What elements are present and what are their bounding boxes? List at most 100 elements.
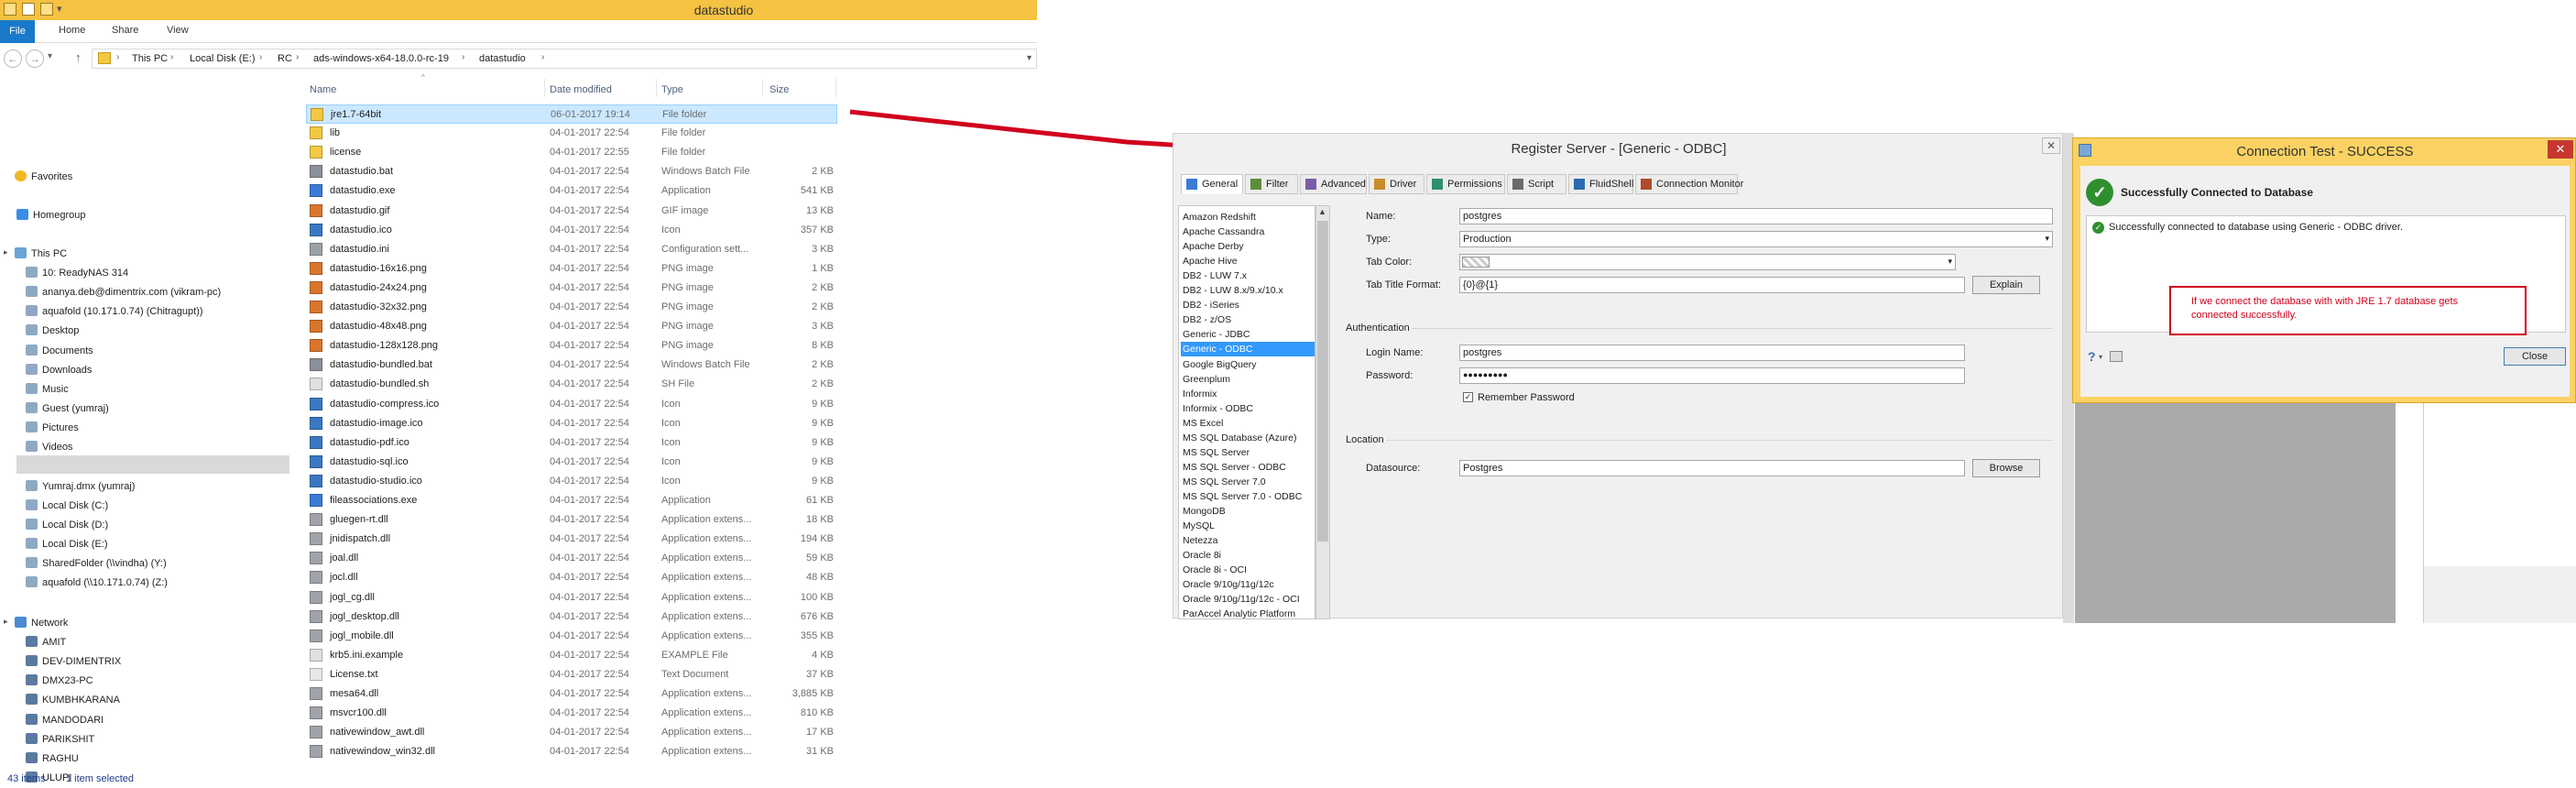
dialog-body: ✓ Successfully Connected to Database ✓ S… [2080,166,2570,397]
success-check-icon: ✓ [2086,179,2113,206]
tab-icon [1250,179,1261,190]
tab-icon [1512,179,1523,190]
driver-list-item[interactable]: Apache Cassandra [1181,224,1315,239]
driver-list-item[interactable]: MySQL [1181,519,1315,533]
tab-fluidshell[interactable]: FluidShell [1568,174,1633,194]
remember-password-checkbox[interactable]: ✓ [1463,392,1473,402]
datasource-label: Datasource: [1366,463,1421,474]
driver-list-item[interactable]: MongoDB [1181,504,1315,519]
chevron-down-icon: ▾ [1948,257,1952,266]
login-name-field[interactable]: postgres [1459,345,1965,361]
driver-list-item[interactable]: Generic - JDBC [1181,327,1315,342]
tab-label: Driver [1390,179,1417,190]
tab-color-label: Tab Color: [1366,257,1413,268]
tab-script[interactable]: Script [1507,174,1566,194]
tab-permissions[interactable]: Permissions [1426,174,1505,194]
driver-list-item[interactable]: Oracle 9/10g/11g/12c - OCI [1181,592,1315,607]
tab-general[interactable]: General [1181,174,1243,194]
tab-connection-monitor[interactable]: Connection Monitor [1635,174,1743,194]
name-field[interactable]: postgres [1459,208,2053,224]
connection-test-dialog: Connection Test - SUCCESS ✕ ✓ Successful… [2072,137,2576,403]
help-icon[interactable]: ? [2088,349,2096,364]
type-label: Type: [1366,234,1391,245]
scrollbar-thumb[interactable] [1317,221,1328,542]
driver-list-item[interactable]: ParAccel Analytic Platform [1181,607,1315,618]
password-label: Password: [1366,370,1414,381]
close-icon[interactable]: ✕ [2548,140,2573,159]
tab-driver[interactable]: Driver [1369,174,1424,194]
driver-list-item[interactable]: DB2 - LUW 8.x/9.x/10.x [1181,283,1315,298]
driver-list-item[interactable]: DB2 - LUW 7.x [1181,268,1315,283]
explain-button[interactable]: Explain [1972,276,2040,294]
driver-list-item[interactable]: Generic - ODBC [1181,342,1315,357]
driver-list-item[interactable]: MS SQL Server [1181,445,1315,460]
tab-filter[interactable]: Filter [1245,174,1298,194]
close-button[interactable]: Close [2504,347,2566,366]
tab-label: Advanced [1321,179,1366,190]
password-field[interactable]: ●●●●●●●●● [1459,367,1965,384]
driver-list-item[interactable]: Apache Hive [1181,254,1315,268]
success-check-icon: ✓ [2092,222,2104,234]
driver-list-item[interactable]: MS SQL Server 7.0 [1181,475,1315,489]
copy-icon[interactable] [2110,351,2123,362]
chevron-down-icon: ▾ [2045,234,2049,243]
name-label: Name: [1366,211,1396,222]
location-section-label: Location [1346,434,1384,445]
driver-list-item[interactable]: Oracle 8i [1181,548,1315,563]
message-box: ✓ Successfully connected to database usi… [2086,215,2566,335]
driver-list-item[interactable]: DB2 - iSeries [1181,298,1315,312]
driver-list-item[interactable]: Apache Derby [1181,239,1315,254]
register-server-dialog: Register Server - [Generic - ODBC] ✕ Gen… [1173,133,2063,619]
tab-icon [1186,179,1197,190]
tab-label: Connection Monitor [1656,179,1744,190]
success-heading: Successfully Connected to Database [2121,186,2314,199]
tab-icon [1574,179,1585,190]
tab-title-format-field[interactable]: {0}@{1} [1459,277,1965,293]
driver-list-item[interactable]: Netezza [1181,533,1315,548]
background-light-panel [2423,566,2576,623]
dialog-title: Register Server - [Generic - ODBC] [1511,141,1727,157]
tab-label: Filter [1266,179,1289,190]
tab-label: FluidShell [1589,179,1634,190]
tab-icon [1641,179,1652,190]
dialog-title: Connection Test - SUCCESS [2236,144,2414,159]
scroll-up-icon[interactable]: ▲ [1318,207,1326,216]
driver-list-item[interactable]: Google BigQuery [1181,357,1315,372]
driver-list-item[interactable]: Informix [1181,387,1315,401]
driver-list-item[interactable]: MS Excel [1181,416,1315,431]
datasource-field[interactable]: Postgres [1459,460,1965,476]
driver-list-item[interactable]: DB2 - z/OS [1181,312,1315,327]
annotation-note: If we connect the database with with JRE… [2169,286,2527,335]
browse-button[interactable]: Browse [1972,459,2040,477]
driver-list-item[interactable]: MS SQL Server 7.0 - ODBC [1181,489,1315,504]
tab-label: General [1202,179,1239,190]
driver-list-item[interactable]: Oracle 9/10g/11g/12c [1181,577,1315,592]
driver-list-item[interactable]: Informix - ODBC [1181,401,1315,416]
tab-label: Script [1528,179,1555,190]
close-icon[interactable]: ✕ [2042,137,2060,154]
type-select[interactable]: Production ▾ [1459,231,2053,247]
section-divider [1386,440,2053,441]
tab-icon [1432,179,1443,190]
driver-list-item[interactable]: Greenplum [1181,372,1315,387]
driver-list-item[interactable]: MS SQL Server - ODBC [1181,460,1315,475]
chevron-down-icon[interactable]: ▾ [2099,353,2102,361]
color-swatch-icon [1462,257,1490,268]
section-divider [1412,328,2053,329]
driver-list-item[interactable]: MS SQL Database (Azure) [1181,431,1315,445]
tab-icon [1305,179,1316,190]
tab-icon [1374,179,1385,190]
remember-password-label: Remember Password [1478,392,1575,403]
tab-color-select[interactable]: ▾ [1459,254,1956,270]
tab-label: Permissions [1447,179,1502,190]
driver-list-item[interactable]: Amazon Redshift [1181,210,1315,224]
driver-list[interactable]: Amazon Redshift Apache Cassandra Apache De… [1178,205,1315,619]
success-message: Successfully connected to database using… [2109,222,2403,233]
login-name-label: Login Name: [1366,347,1424,358]
driver-list-item[interactable]: Oracle 8i - OCI [1181,563,1315,577]
authentication-section-label: Authentication [1346,323,1410,334]
background-gray-panel [2075,403,2396,623]
type-select-value: Production [1463,234,1512,245]
background-white-panel [2423,403,2576,568]
tab-advanced[interactable]: Advanced [1300,174,1367,194]
